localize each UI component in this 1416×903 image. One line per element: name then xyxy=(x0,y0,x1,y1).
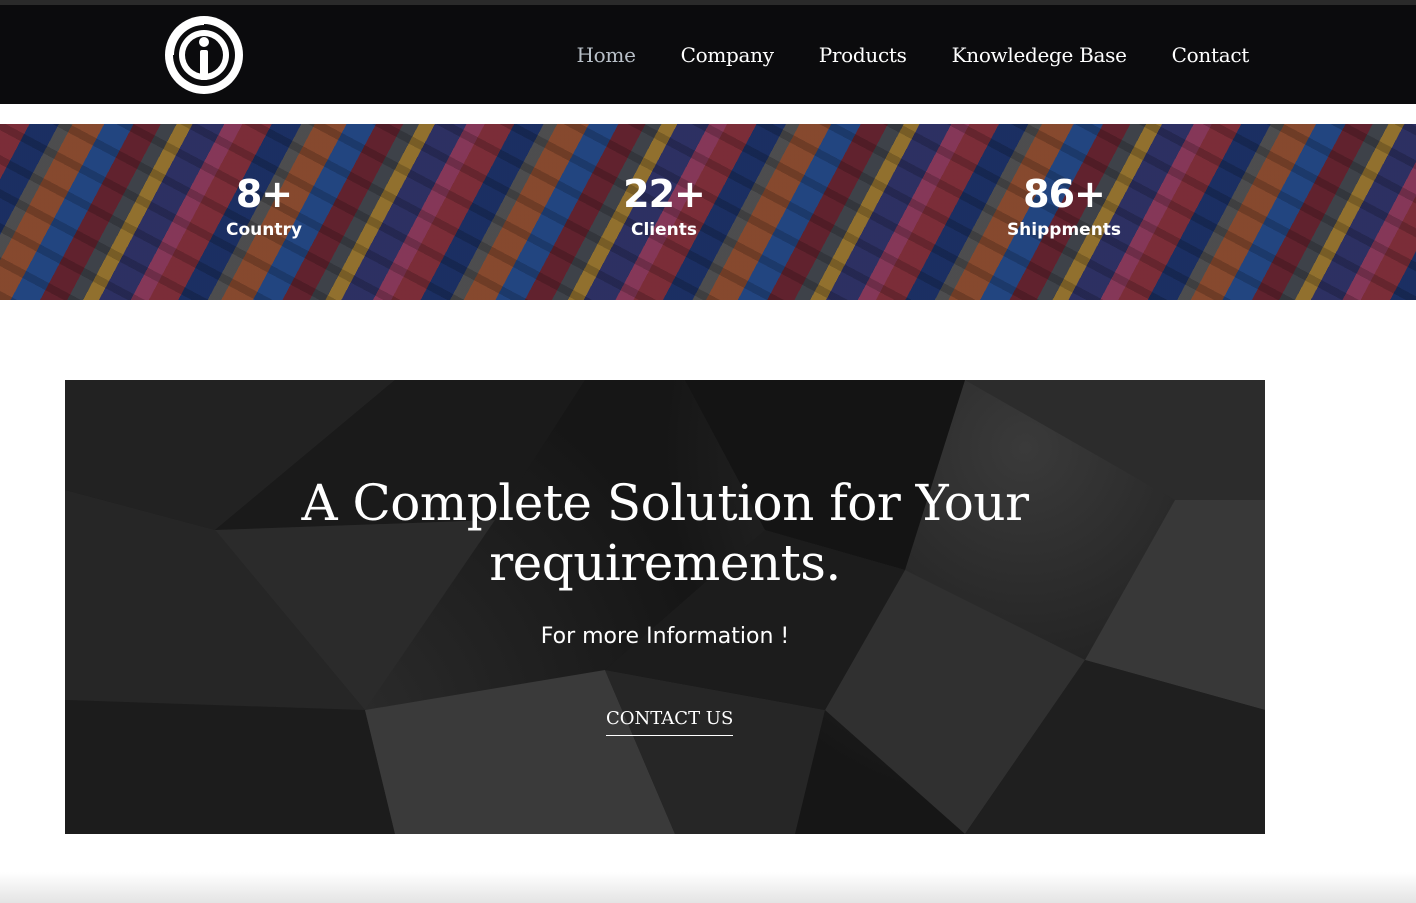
nav-products[interactable]: Products xyxy=(819,43,907,67)
nav-home[interactable]: Home xyxy=(577,43,636,67)
cta-title-line-1: A Complete Solution for Your xyxy=(301,474,1029,532)
next-section-shadow xyxy=(0,872,1416,903)
stat-clients: 22+ Clients xyxy=(564,172,764,242)
info-circle-logo-icon xyxy=(165,16,243,94)
logo[interactable] xyxy=(164,15,244,95)
stat-label: Shippments xyxy=(1006,220,1122,240)
stat-value: 86+ xyxy=(1023,172,1106,216)
cta-title-line-2: requirements. xyxy=(489,534,841,592)
geometric-background xyxy=(65,380,1265,834)
nav-contact[interactable]: Contact xyxy=(1172,43,1250,67)
cta-title: A Complete Solution for Your requirement… xyxy=(65,473,1265,593)
stat-shipments: 86+ Shippments xyxy=(964,172,1164,242)
cta-subtitle: For more Information ! xyxy=(540,624,790,649)
contact-us-button[interactable]: CONTACT US xyxy=(606,708,734,736)
stat-label: Clients xyxy=(630,220,697,240)
stat-country: 8+ Country xyxy=(164,172,364,242)
stats-banner: 8+ Country 22+ Clients 86+ Shippments xyxy=(0,124,1416,300)
cta-section: A Complete Solution for Your requirement… xyxy=(65,380,1265,834)
main-nav: Home Company Products Knowledege Base Co… xyxy=(532,5,1250,104)
nav-company[interactable]: Company xyxy=(681,43,774,67)
nav-knowledge-base[interactable]: Knowledege Base xyxy=(952,43,1127,67)
stat-value: 22+ xyxy=(623,172,706,216)
stat-value: 8+ xyxy=(235,172,293,216)
stat-label: Country xyxy=(226,220,302,240)
header-navbar: Home Company Products Knowledege Base Co… xyxy=(0,5,1416,104)
